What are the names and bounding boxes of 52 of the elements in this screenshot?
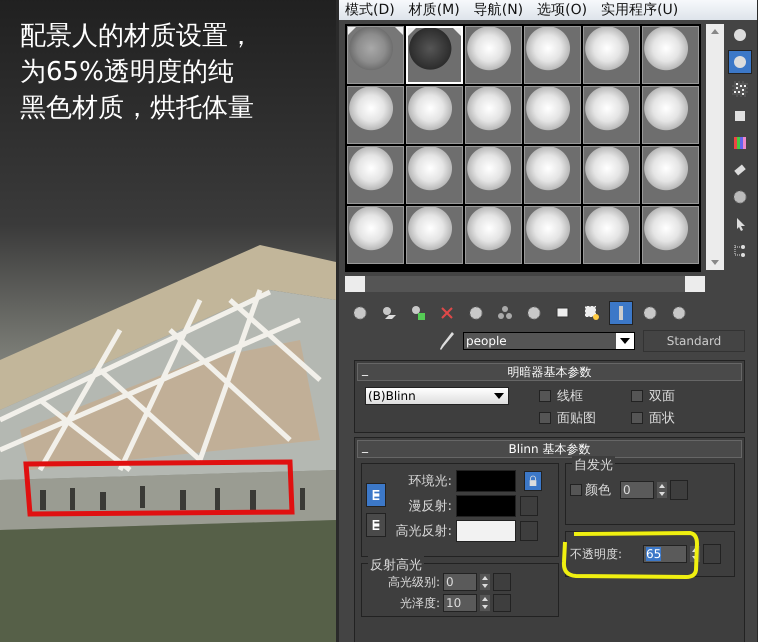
checkbox-label: 颜色 — [585, 482, 611, 499]
material-type-button[interactable]: Standard — [643, 330, 745, 352]
lock-toggle-button[interactable] — [366, 483, 386, 507]
checkbox[interactable] — [570, 484, 582, 496]
padlock-icon[interactable] — [524, 471, 542, 491]
color-label: 漫反射: — [408, 498, 452, 515]
spinner-field[interactable]: 65 — [643, 545, 687, 563]
vertical-scrollbar[interactable] — [706, 24, 724, 270]
spinner-field[interactable]: 0 — [443, 573, 477, 591]
checkbox-label: 线框 — [557, 388, 583, 405]
menu-item[interactable]: 实用程序(U) — [601, 1, 678, 19]
color-swatch[interactable] — [456, 470, 516, 492]
checkbox[interactable] — [631, 412, 643, 424]
menu-item[interactable]: 模式(D) — [345, 1, 395, 19]
scroll-up-icon[interactable] — [711, 29, 719, 34]
spinner-label: 光泽度: — [398, 594, 440, 612]
checkbox[interactable] — [539, 412, 551, 424]
spinner-field[interactable]: 0 — [620, 481, 654, 499]
spinner-arrows-icon[interactable] — [657, 482, 667, 498]
dropdown-arrow-icon[interactable] — [620, 338, 630, 344]
caption-text: 黑色材质，烘托体量 — [20, 92, 254, 125]
eyedropper-icon[interactable] — [439, 330, 455, 352]
dropdown-arrow-icon[interactable] — [494, 393, 504, 399]
checkbox[interactable] — [539, 390, 551, 402]
color-swatch[interactable] — [456, 520, 516, 542]
group-title: 自发光 — [572, 456, 615, 474]
caption-text: 配景人的材质设置， — [20, 20, 254, 53]
checkbox-label: 面贴图 — [557, 410, 596, 427]
rollout-header[interactable]: _ 明暗器基本参数 — [357, 363, 742, 381]
checkbox-label: 双面 — [649, 388, 675, 405]
rollout-header[interactable]: _ Blinn 基本参数 — [357, 440, 742, 458]
group-title: 反射高光 — [368, 556, 424, 574]
shader-dropdown[interactable]: (B)Blinn — [365, 387, 509, 405]
color-label: 环境光: — [408, 473, 452, 490]
spinner-field[interactable]: 10 — [443, 594, 477, 612]
caption-text: 为65%透明度的纯 — [20, 56, 235, 89]
spinner-label: 高光级别: — [386, 574, 440, 590]
menu-item[interactable]: 选项(O) — [537, 1, 588, 19]
scroll-down-icon[interactable] — [711, 260, 719, 265]
spinner-arrows-icon[interactable] — [480, 595, 490, 611]
spinner-label: 不透明度: — [570, 546, 624, 562]
checkbox-label: 面状 — [649, 410, 675, 427]
menu-item[interactable]: 材质(M) — [408, 1, 460, 19]
lock-toggle-button[interactable] — [366, 513, 386, 537]
checkbox[interactable] — [631, 390, 643, 402]
color-label: 高光反射: — [394, 523, 452, 540]
horizontal-scrollbar[interactable] — [345, 276, 705, 292]
color-swatch[interactable] — [456, 495, 516, 517]
show-map-icon[interactable] — [610, 302, 632, 324]
spinner-arrows-icon[interactable] — [480, 574, 490, 590]
material-name-field[interactable]: people — [463, 332, 635, 350]
menu-item[interactable]: 导航(N) — [474, 1, 524, 19]
